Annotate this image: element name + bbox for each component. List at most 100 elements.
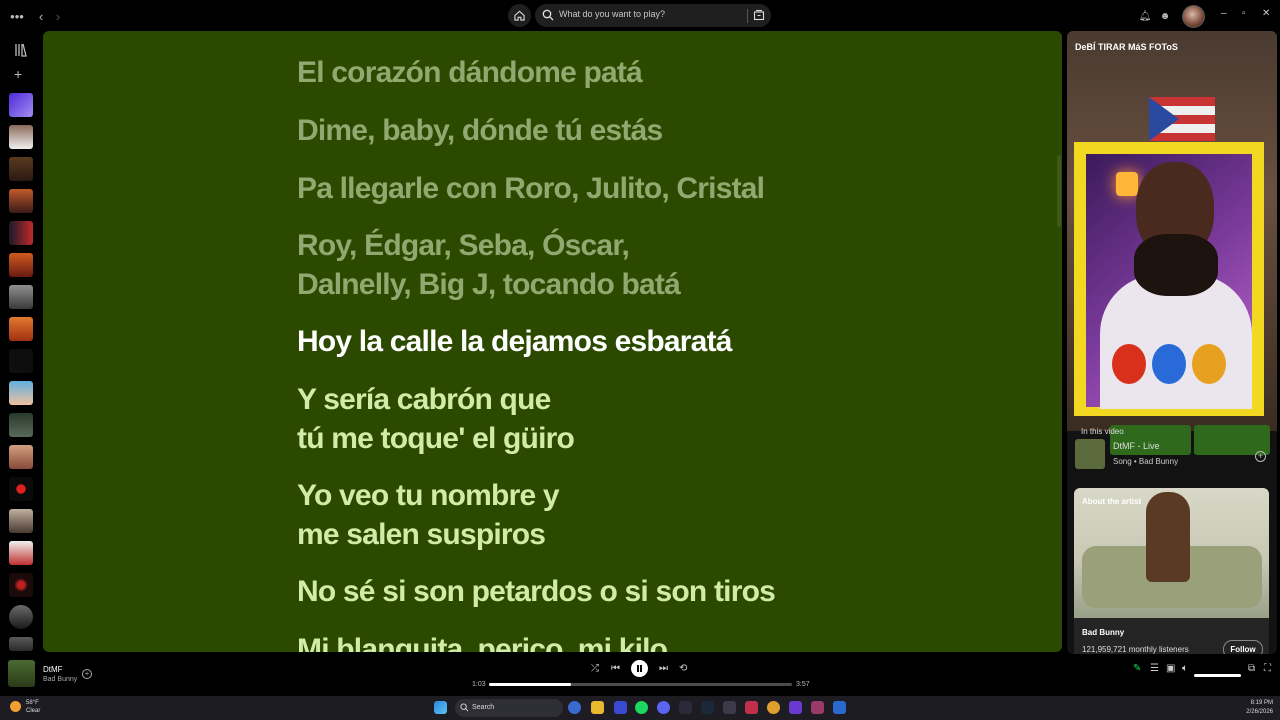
lyric-line[interactable]: Dime, baby, dónde tú estás [297, 111, 663, 150]
lyric-line[interactable]: tú me toque' el güiro [297, 419, 575, 458]
video-frame[interactable] [1074, 142, 1264, 416]
connect-device-icon[interactable]: ▣ [1166, 663, 1175, 674]
app-icon[interactable] [745, 701, 758, 714]
track-thumbnail[interactable] [8, 660, 35, 687]
follow-button[interactable]: Follow [1223, 640, 1263, 654]
shuffle-icon[interactable]: ⤮ [591, 663, 599, 674]
lyric-line[interactable]: No sé si son petardos o si son tiros [297, 572, 776, 611]
flag-image [1149, 97, 1215, 141]
discord-app-icon[interactable] [657, 701, 670, 714]
search-divider [747, 9, 748, 23]
file-explorer-icon[interactable] [591, 701, 604, 714]
repeat-icon[interactable]: ⟲ [679, 663, 687, 674]
library-item[interactable] [9, 189, 33, 213]
lyric-line[interactable]: Dalnelly, Big J, tocando batá [297, 265, 681, 304]
shirt-character [1152, 344, 1186, 384]
pause-button[interactable] [631, 660, 648, 677]
clock-date: 2/26/2026 [1246, 709, 1273, 715]
maximize-button[interactable]: ▫ [1242, 8, 1246, 19]
library-item[interactable] [9, 157, 33, 181]
windows-start-icon[interactable] [434, 701, 447, 714]
app-icon[interactable] [789, 701, 802, 714]
search-icon [460, 703, 469, 712]
miniplayer-icon[interactable]: ⧉ [1248, 663, 1255, 674]
library-item[interactable] [9, 381, 33, 405]
home-icon [514, 10, 525, 21]
volume-icon[interactable]: 🔈︎ [1182, 663, 1188, 674]
library-item[interactable] [9, 509, 33, 533]
browse-icon[interactable] [753, 9, 765, 21]
spotify-app-icon[interactable] [635, 701, 648, 714]
search-box[interactable]: What do you want to play? [535, 4, 771, 27]
lyric-line[interactable]: me salen suspiros [297, 515, 546, 554]
current-lyric-line[interactable]: Hoy la calle la dejamos esbaratá [297, 322, 732, 361]
previous-icon[interactable]: ⏮︎ [611, 663, 620, 674]
library-item[interactable] [9, 349, 33, 373]
add-icon[interactable]: + [1255, 451, 1266, 462]
library-item[interactable] [9, 285, 33, 309]
track-title[interactable]: DtMF [43, 665, 63, 674]
weather-widget[interactable]: 58°F Clear [26, 699, 40, 715]
video-thumbnail[interactable] [1086, 154, 1252, 409]
search-input[interactable]: What do you want to play? [559, 9, 665, 19]
steam-app-icon[interactable] [701, 701, 714, 714]
library-icon[interactable] [14, 43, 28, 57]
lyric-line[interactable]: Mi blanquita, perico, mi kilo [297, 630, 668, 652]
about-artist-card[interactable]: About the artist Bad Bunny 121,959,721 m… [1074, 488, 1269, 654]
library-item[interactable] [9, 477, 33, 501]
minimize-button[interactable]: – [1221, 8, 1227, 19]
lyric-line[interactable]: El corazón dándome patá [297, 53, 643, 92]
now-playing-view-icon[interactable]: ✎ [1133, 663, 1141, 674]
player-bar: DtMF Bad Bunny + ⤮ ⏮︎ ⏭︎ ⟲ 1:03 3:57 ✎ ☰… [0, 654, 1280, 696]
next-icon[interactable]: ⏭︎ [659, 663, 668, 674]
artist-name[interactable]: Bad Bunny [1082, 628, 1124, 637]
library-item[interactable] [9, 573, 33, 597]
song-row[interactable]: DtMF - Live Song • Bad Bunny + [1075, 439, 1275, 471]
library-item[interactable] [9, 605, 33, 629]
track-artist[interactable]: Bad Bunny [43, 676, 77, 683]
liked-songs-item[interactable] [9, 93, 33, 117]
lyric-line[interactable]: Pa llegarle con Roro, Julito, Cristal [297, 169, 765, 208]
search-icon [542, 9, 554, 21]
volume-slider[interactable] [1194, 674, 1241, 677]
lyrics-scrollbar[interactable] [1057, 155, 1061, 227]
shirt-character [1192, 344, 1226, 384]
more-icon[interactable]: ••• [7, 6, 27, 26]
artist-figure [1146, 492, 1190, 582]
library-item[interactable] [9, 253, 33, 277]
lyric-line[interactable]: Y sería cabrón que [297, 380, 551, 419]
library-item[interactable] [9, 541, 33, 565]
chrome-app-icon[interactable] [767, 701, 780, 714]
library-item[interactable] [9, 125, 33, 149]
create-plus-icon[interactable]: + [14, 66, 22, 82]
library-item[interactable] [9, 317, 33, 341]
settings-app-icon[interactable] [568, 701, 581, 714]
library-sidebar: + [0, 31, 43, 654]
forward-icon[interactable]: › [48, 6, 68, 26]
app-icon[interactable] [679, 701, 692, 714]
lyrics-view: El corazón dándome patá Dime, baby, dónd… [43, 31, 1062, 652]
close-button[interactable]: ✕ [1262, 8, 1270, 19]
queue-icon[interactable]: ☰ [1150, 663, 1159, 674]
friends-icon[interactable]: ☻ [1155, 6, 1175, 26]
progress-bar[interactable] [489, 683, 792, 686]
add-to-library-icon[interactable]: + [82, 669, 92, 679]
avatar[interactable] [1182, 5, 1205, 28]
app-icon[interactable] [833, 701, 846, 714]
library-item[interactable] [9, 637, 33, 651]
library-item[interactable] [9, 445, 33, 469]
fullscreen-icon[interactable]: ⛶ [1264, 663, 1271, 674]
bell-icon[interactable]: 🔔︎ [1135, 6, 1155, 26]
app-icon[interactable] [614, 701, 627, 714]
library-item[interactable] [9, 221, 33, 245]
lyric-line[interactable]: Roy, Édgar, Seba, Óscar, [297, 226, 630, 265]
library-item[interactable] [9, 413, 33, 437]
song-thumbnail [1075, 439, 1105, 469]
app-icon[interactable] [811, 701, 824, 714]
app-icon[interactable] [723, 701, 736, 714]
lyric-line[interactable]: Yo veo tu nombre y [297, 476, 560, 515]
song-name[interactable]: DtMF - Live [1113, 441, 1160, 451]
taskbar-search[interactable]: Search [455, 699, 563, 717]
system-clock[interactable]: 8:19 PM 2/26/2026 [1237, 699, 1273, 717]
home-button[interactable] [508, 4, 531, 27]
